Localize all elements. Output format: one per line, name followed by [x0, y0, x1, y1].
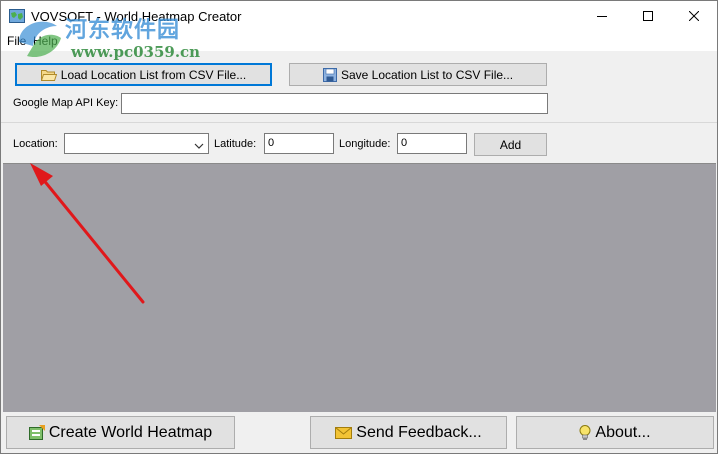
- menu-help[interactable]: Help: [33, 34, 58, 48]
- bottom-bar: Create World Heatmap Send Feedback... Ab…: [1, 412, 717, 453]
- close-button[interactable]: [671, 1, 717, 31]
- api-key-input[interactable]: [121, 93, 548, 114]
- load-csv-button[interactable]: Load Location List from CSV File...: [15, 63, 272, 86]
- create-heatmap-button[interactable]: Create World Heatmap: [6, 416, 235, 449]
- location-combobox[interactable]: [64, 133, 209, 154]
- send-feedback-label: Send Feedback...: [356, 423, 482, 441]
- api-key-label: Google Map API Key:: [13, 97, 119, 109]
- map-preview-area[interactable]: [3, 163, 716, 413]
- longitude-input[interactable]: 0: [397, 133, 467, 154]
- location-label: Location:: [13, 138, 58, 150]
- about-button[interactable]: About...: [516, 416, 714, 449]
- about-label: About...: [595, 423, 651, 441]
- heatmap-create-icon: [28, 424, 45, 441]
- close-icon: [689, 11, 699, 21]
- send-feedback-button[interactable]: Send Feedback...: [310, 416, 507, 449]
- chevron-down-icon: [194, 139, 204, 153]
- app-window: VOVSOFT - World Heatmap Creator File Hel…: [0, 0, 718, 454]
- maximize-button[interactable]: [625, 1, 671, 31]
- window-title: VOVSOFT - World Heatmap Creator: [31, 9, 242, 24]
- lightbulb-icon: [579, 424, 591, 441]
- latitude-label: Latitude:: [214, 138, 257, 150]
- minimize-icon: [597, 16, 607, 17]
- create-heatmap-label: Create World Heatmap: [48, 423, 213, 441]
- maximize-icon: [643, 11, 653, 21]
- folder-open-icon: [40, 68, 57, 81]
- app-map-icon: [9, 9, 25, 23]
- save-csv-button[interactable]: Save Location List to CSV File...: [289, 63, 547, 86]
- save-csv-label: Save Location List to CSV File...: [340, 67, 514, 82]
- minimize-button[interactable]: [579, 1, 625, 31]
- load-csv-label: Load Location List from CSV File...: [60, 67, 247, 82]
- title-bar[interactable]: VOVSOFT - World Heatmap Creator: [1, 1, 717, 31]
- envelope-icon: [335, 426, 353, 439]
- menu-file[interactable]: File: [7, 34, 26, 48]
- add-label: Add: [499, 137, 522, 152]
- menu-bar: File Help: [1, 31, 717, 51]
- longitude-label: Longitude:: [339, 138, 391, 150]
- latitude-input[interactable]: 0: [264, 133, 334, 154]
- toolbar-divider: [1, 122, 717, 123]
- add-button[interactable]: Add: [474, 133, 547, 156]
- floppy-disk-icon: [322, 67, 337, 82]
